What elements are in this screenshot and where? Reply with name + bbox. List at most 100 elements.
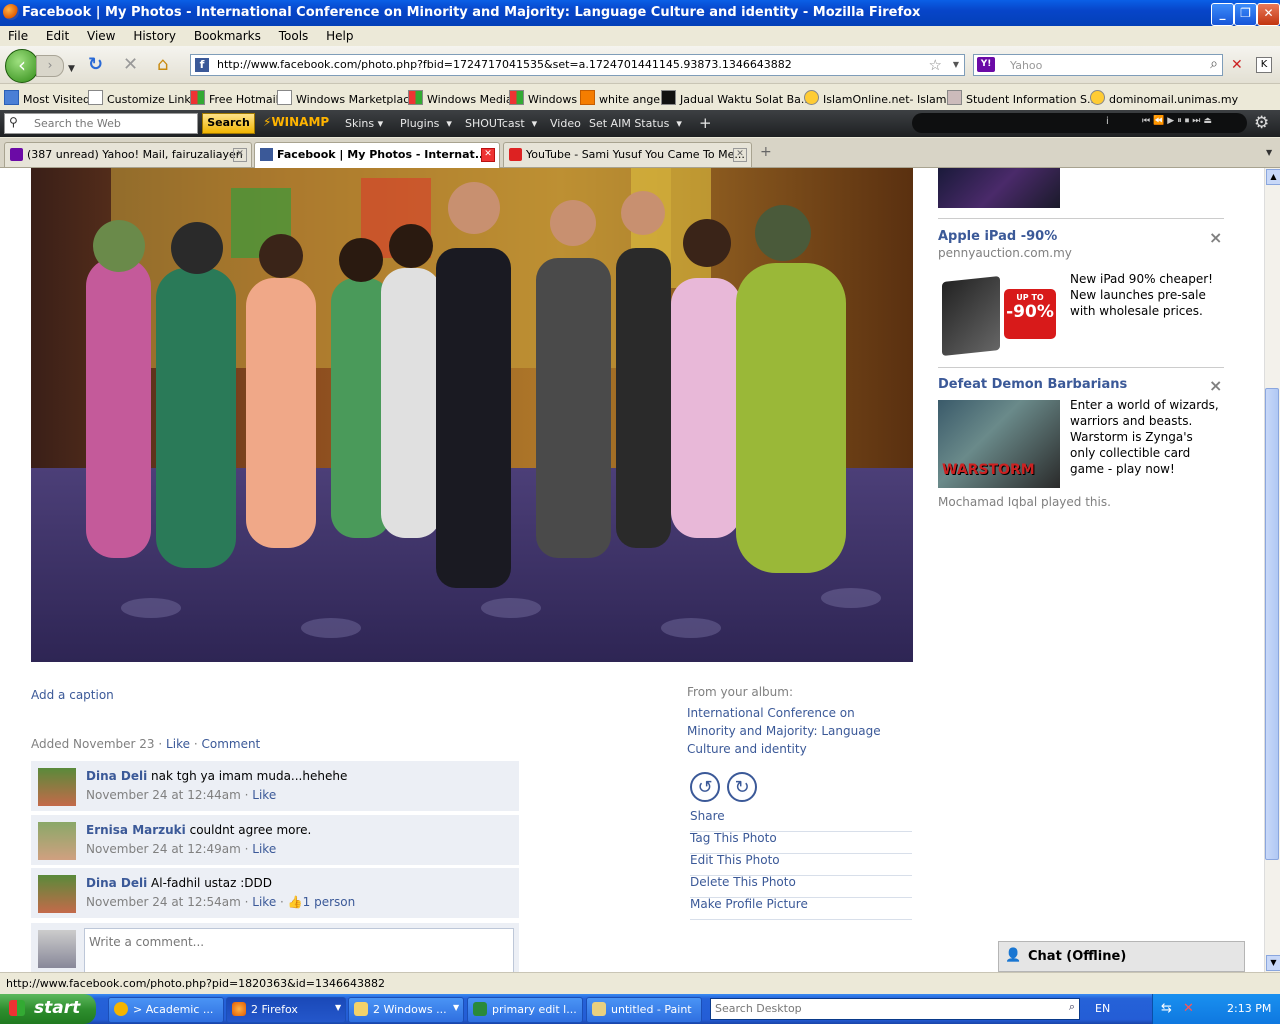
new-tab-button[interactable]: + [760,144,772,160]
task-paint[interactable]: untitled - Paint [586,997,702,1023]
addon-icon[interactable]: ✕ [1231,57,1247,73]
comment-text: couldnt agree more. [189,823,312,837]
bookmark-most-visited[interactable]: Most Visited [4,90,90,106]
bookmark-customize-links[interactable]: Customize Links [88,90,197,106]
bookmark-white-angel[interactable]: white angel [580,90,663,106]
ad-title[interactable]: Defeat Demon Barbarians [938,377,1224,392]
comment-like-link[interactable]: Like [252,895,276,909]
tab-yahoo-mail[interactable]: (387 unread) Yahoo! Mail, fairuzaliayen … [4,142,252,167]
winamp-player-controls[interactable]: i ⏮⏪▶⏸⏹⏭⏏ [912,113,1247,133]
language-indicator[interactable]: EN [1095,1002,1110,1015]
group-photo[interactable] [31,168,913,662]
ad-title[interactable]: Apple iPad -90% [938,229,1224,244]
tab-list-dropdown-icon[interactable]: ▼ [1266,148,1272,157]
address-bar[interactable]: f http://www.facebook.com/photo.php?fbid… [190,54,965,76]
menu-view[interactable]: View [87,29,115,43]
back-button[interactable]: ‹ [5,49,39,83]
tab-youtube[interactable]: YouTube - Sami Yusuf You Came To Me... ✕ [503,142,752,167]
bookmark-islamonline[interactable]: IslamOnline.net- Islam... [804,90,957,106]
avatar[interactable] [38,875,76,913]
desktop-search-input[interactable]: Search Desktop ⌕ [710,998,1080,1020]
ad-image-previous[interactable] [938,168,1060,208]
player-info-icon[interactable]: i [1106,116,1109,127]
star-bookmark-icon[interactable]: ☆ [929,56,942,74]
toolbar-search-input[interactable]: ⚲ Search the Web [4,113,198,134]
chat-bar[interactable]: 👤 Chat (Offline) [998,941,1245,972]
restore-button[interactable]: ❐ [1234,3,1257,26]
tab-facebook[interactable]: Facebook | My Photos - Internat... ✕ [254,142,500,169]
menu-bookmarks[interactable]: Bookmarks [194,29,261,43]
toolbar-video[interactable]: Video [550,117,581,130]
menu-file[interactable]: File [8,29,28,43]
tray-network-icon[interactable]: ⇆ [1161,1001,1172,1016]
menu-edit[interactable]: Edit [46,29,69,43]
yahoo-engine-icon[interactable]: Y! [977,57,995,72]
add-caption-link[interactable]: Add a caption [31,688,114,702]
task-primary-edit[interactable]: primary edit l... [467,997,583,1023]
rotate-left-icon[interactable]: ↺ [690,772,720,802]
forward-button[interactable]: › [36,55,64,77]
winamp-logo[interactable]: ⚡WINAMP [263,115,329,129]
clock[interactable]: 2:13 PM [1227,1002,1271,1015]
stop-icon[interactable]: ✕ [123,56,138,74]
search-magnifier-icon[interactable]: ⌕ [1210,56,1218,72]
url-dropdown-icon[interactable]: ▼ [953,60,959,69]
bookmark-student-information[interactable]: Student Information S... [947,90,1097,106]
comment-like-link[interactable]: Like [252,788,276,802]
bookmark-windows[interactable]: Windows [509,90,577,106]
ad-image[interactable]: UP TO -90% [938,271,1058,357]
tab-close-icon[interactable]: ✕ [733,148,747,162]
search-icon[interactable]: ⌕ [1069,1000,1075,1014]
ad-image[interactable]: WARSTORM [938,400,1060,488]
scroll-up-icon[interactable]: ▲ [1266,169,1280,185]
ad-close-icon[interactable]: × [1209,376,1222,395]
menu-history[interactable]: History [133,29,176,43]
played-by-text: Mochamad Iqbal played this. [938,495,1111,509]
task-windows-explorer[interactable]: 2 Windows ... ▼ [348,997,464,1023]
bookmark-free-hotmail[interactable]: Free Hotmail [190,90,279,106]
close-window-button[interactable]: ✕ [1257,3,1280,26]
tray-security-icon[interactable]: ✕ [1183,1001,1194,1016]
scrollbar-thumb[interactable] [1265,388,1279,860]
comment-like-link[interactable]: Like [252,842,276,856]
history-dropdown-icon[interactable]: ▼ [68,60,75,78]
comment-input[interactable]: Write a comment... [84,928,514,972]
toolbar-skins[interactable]: Skins ▾ [345,117,383,130]
comment-author[interactable]: Ernisa Marzuki [86,823,186,837]
toolbar-settings-gear-icon[interactable]: ⚙ [1254,113,1269,133]
search-bar[interactable]: Y! Yahoo ⌕ [973,54,1223,76]
make-profile-picture-link[interactable]: Make Profile Picture [690,894,912,920]
toolbar-add-button[interactable]: + [699,114,712,132]
toolbar-plugins[interactable]: Plugins ▾ [400,117,452,130]
photo-like-link[interactable]: Like [166,737,190,751]
tab-close-icon[interactable]: ✕ [481,148,495,162]
task-firefox[interactable]: 2 Firefox ▼ [226,997,346,1023]
task-academic[interactable]: > Academic ... [108,997,224,1023]
comment-author[interactable]: Dina Deli [86,769,147,783]
tab-close-icon[interactable]: ✕ [233,148,247,162]
toolbar-shoutcast[interactable]: SHOUTcast ▾ [465,117,537,130]
avatar[interactable] [38,768,76,806]
avatar[interactable] [38,822,76,860]
bookmark-windows-marketplace[interactable]: Windows Marketplace [277,90,416,106]
comment-likes-count[interactable]: 1 person [303,895,356,909]
reload-icon[interactable]: ↻ [88,56,103,74]
bookmark-dominomail[interactable]: dominomail.unimas.my [1090,90,1238,106]
comment-author[interactable]: Dina Deli [86,876,147,890]
menu-tools[interactable]: Tools [279,29,309,43]
minimize-button[interactable]: _ [1211,3,1234,26]
bookmark-jadual-waktu[interactable]: Jadual Waktu Solat Ba... [661,90,811,106]
photo-comment-link[interactable]: Comment [201,737,260,751]
start-button[interactable]: start [0,994,96,1024]
toolbar-aim-status[interactable]: Set AIM Status ▾ [589,117,682,130]
player-transport-icons[interactable]: ⏮⏪▶⏸⏹⏭⏏ [1142,116,1215,126]
bookmark-windows-media[interactable]: Windows Media [408,90,513,106]
addon-k-icon[interactable]: K [1256,57,1272,73]
rotate-right-icon[interactable]: ↻ [727,772,757,802]
menu-help[interactable]: Help [326,29,353,43]
home-icon[interactable]: ⌂ [157,56,168,74]
ad-close-icon[interactable]: × [1209,228,1222,247]
toolbar-search-button[interactable]: Search [202,113,255,134]
album-link[interactable]: International Conference on Minority and… [687,704,907,758]
scroll-down-icon[interactable]: ▼ [1266,955,1280,971]
